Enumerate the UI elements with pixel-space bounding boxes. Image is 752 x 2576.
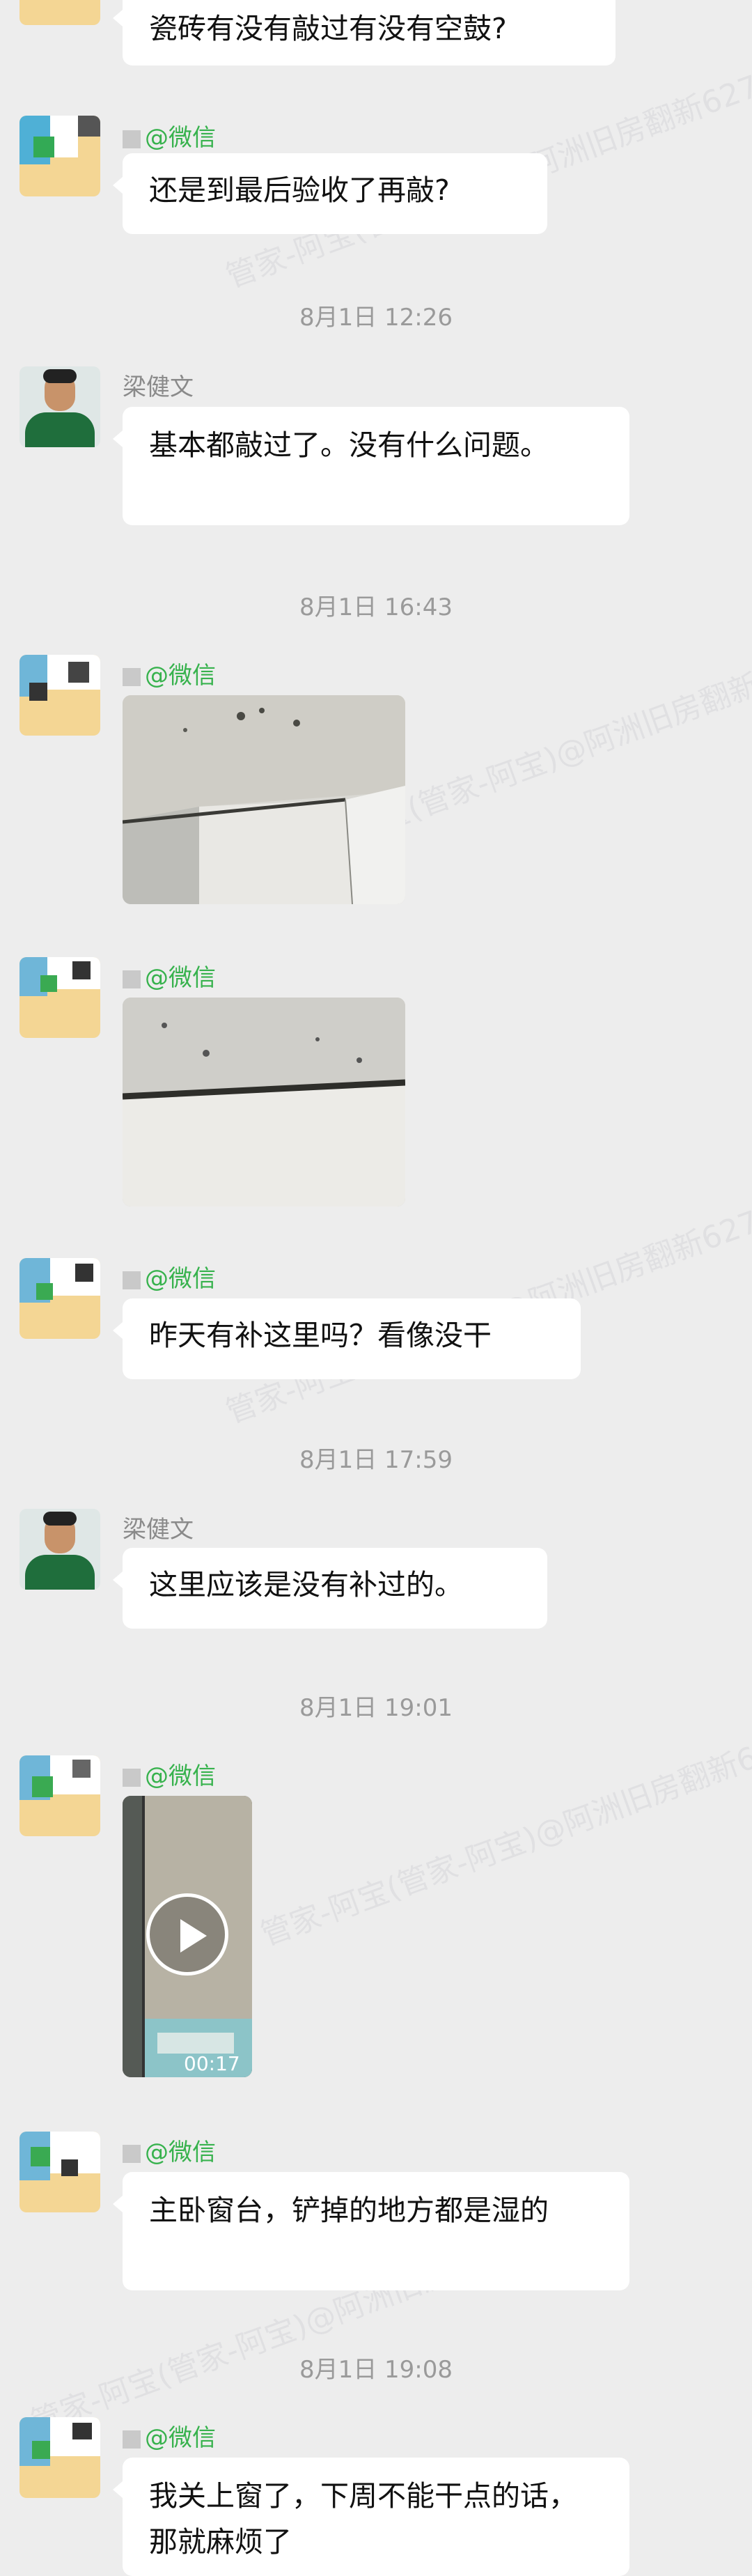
sender-name: 梁健文 xyxy=(123,373,194,401)
sender-blur xyxy=(123,2144,141,2163)
avatar[interactable] xyxy=(19,0,100,25)
avatar[interactable] xyxy=(19,957,100,1038)
timestamp: 8月1日 16:43 xyxy=(299,593,453,621)
video-duration: 00:17 xyxy=(184,2052,240,2075)
sender-name: @微信 xyxy=(123,2419,216,2453)
sender-blur xyxy=(123,1271,141,1289)
sender-blur xyxy=(123,667,141,686)
photo-thumbnail[interactable] xyxy=(123,695,405,904)
sender-blur xyxy=(123,130,141,148)
avatar[interactable] xyxy=(19,366,100,447)
sender-blur xyxy=(123,2430,141,2449)
sender-name: @微信 xyxy=(123,959,216,993)
play-button[interactable] xyxy=(146,1893,228,1976)
timestamp: 8月1日 12:26 xyxy=(299,304,453,332)
message-text: 基本都敲过了。没有什么问题。 xyxy=(149,428,549,462)
message-text: 我关上窗了，下周不能干点的话，那就麻烦了 xyxy=(149,2479,577,2559)
message-bubble[interactable]: 主卧窗台，铲掉的地方都是湿的 xyxy=(113,2172,629,2290)
photo-image xyxy=(123,695,405,904)
message-bubble[interactable]: 昨天有补这里吗？看像没干 xyxy=(113,1298,581,1379)
timestamp: 8月1日 17:59 xyxy=(299,1446,453,1474)
sender-name: @微信 xyxy=(123,2133,216,2167)
avatar[interactable] xyxy=(19,2132,100,2212)
message-text: 瓷砖有没有敲过有没有空鼓? xyxy=(149,12,507,45)
message-bubble[interactable]: 瓷砖有没有敲过有没有空鼓? xyxy=(113,0,616,65)
message-text: 还是到最后验收了再敲? xyxy=(149,173,450,207)
sender-name: @微信 xyxy=(123,118,216,153)
timestamp: 8月1日 19:01 xyxy=(299,1694,453,1722)
avatar[interactable] xyxy=(19,116,100,196)
photo-thumbnail[interactable] xyxy=(123,998,405,1206)
sender-blur xyxy=(123,1768,141,1787)
avatar[interactable] xyxy=(19,2417,100,2498)
message-text: 主卧窗台，铲掉的地方都是湿的 xyxy=(149,2194,549,2227)
avatar[interactable] xyxy=(19,1755,100,1836)
avatar[interactable] xyxy=(19,1258,100,1339)
sender-blur xyxy=(123,970,141,988)
message-bubble[interactable]: 我关上窗了，下周不能干点的话，那就麻烦了 xyxy=(113,2458,629,2576)
avatar[interactable] xyxy=(19,655,100,736)
avatar[interactable] xyxy=(19,1509,100,1590)
sender-name: @微信 xyxy=(123,1259,216,1294)
sender-name: @微信 xyxy=(123,656,216,690)
timestamp: 8月1日 19:08 xyxy=(299,2356,453,2384)
message-bubble[interactable]: 还是到最后验收了再敲? xyxy=(113,153,547,234)
sender-name: @微信 xyxy=(123,1757,216,1791)
message-bubble[interactable]: 基本都敲过了。没有什么问题。 xyxy=(113,407,629,525)
sender-name: 梁健文 xyxy=(123,1516,194,1544)
message-bubble[interactable]: 这里应该是没有补过的。 xyxy=(113,1548,547,1629)
watermark: 管家-阿宝(管家-阿宝)@阿洲旧房翻新6279 xyxy=(256,1719,752,1953)
message-text: 这里应该是没有补过的。 xyxy=(149,1568,463,1601)
message-text: 昨天有补这里吗？看像没干 xyxy=(149,1319,492,1352)
photo-image xyxy=(123,998,405,1206)
video-thumbnail[interactable]: 00:17 xyxy=(123,1796,252,2077)
